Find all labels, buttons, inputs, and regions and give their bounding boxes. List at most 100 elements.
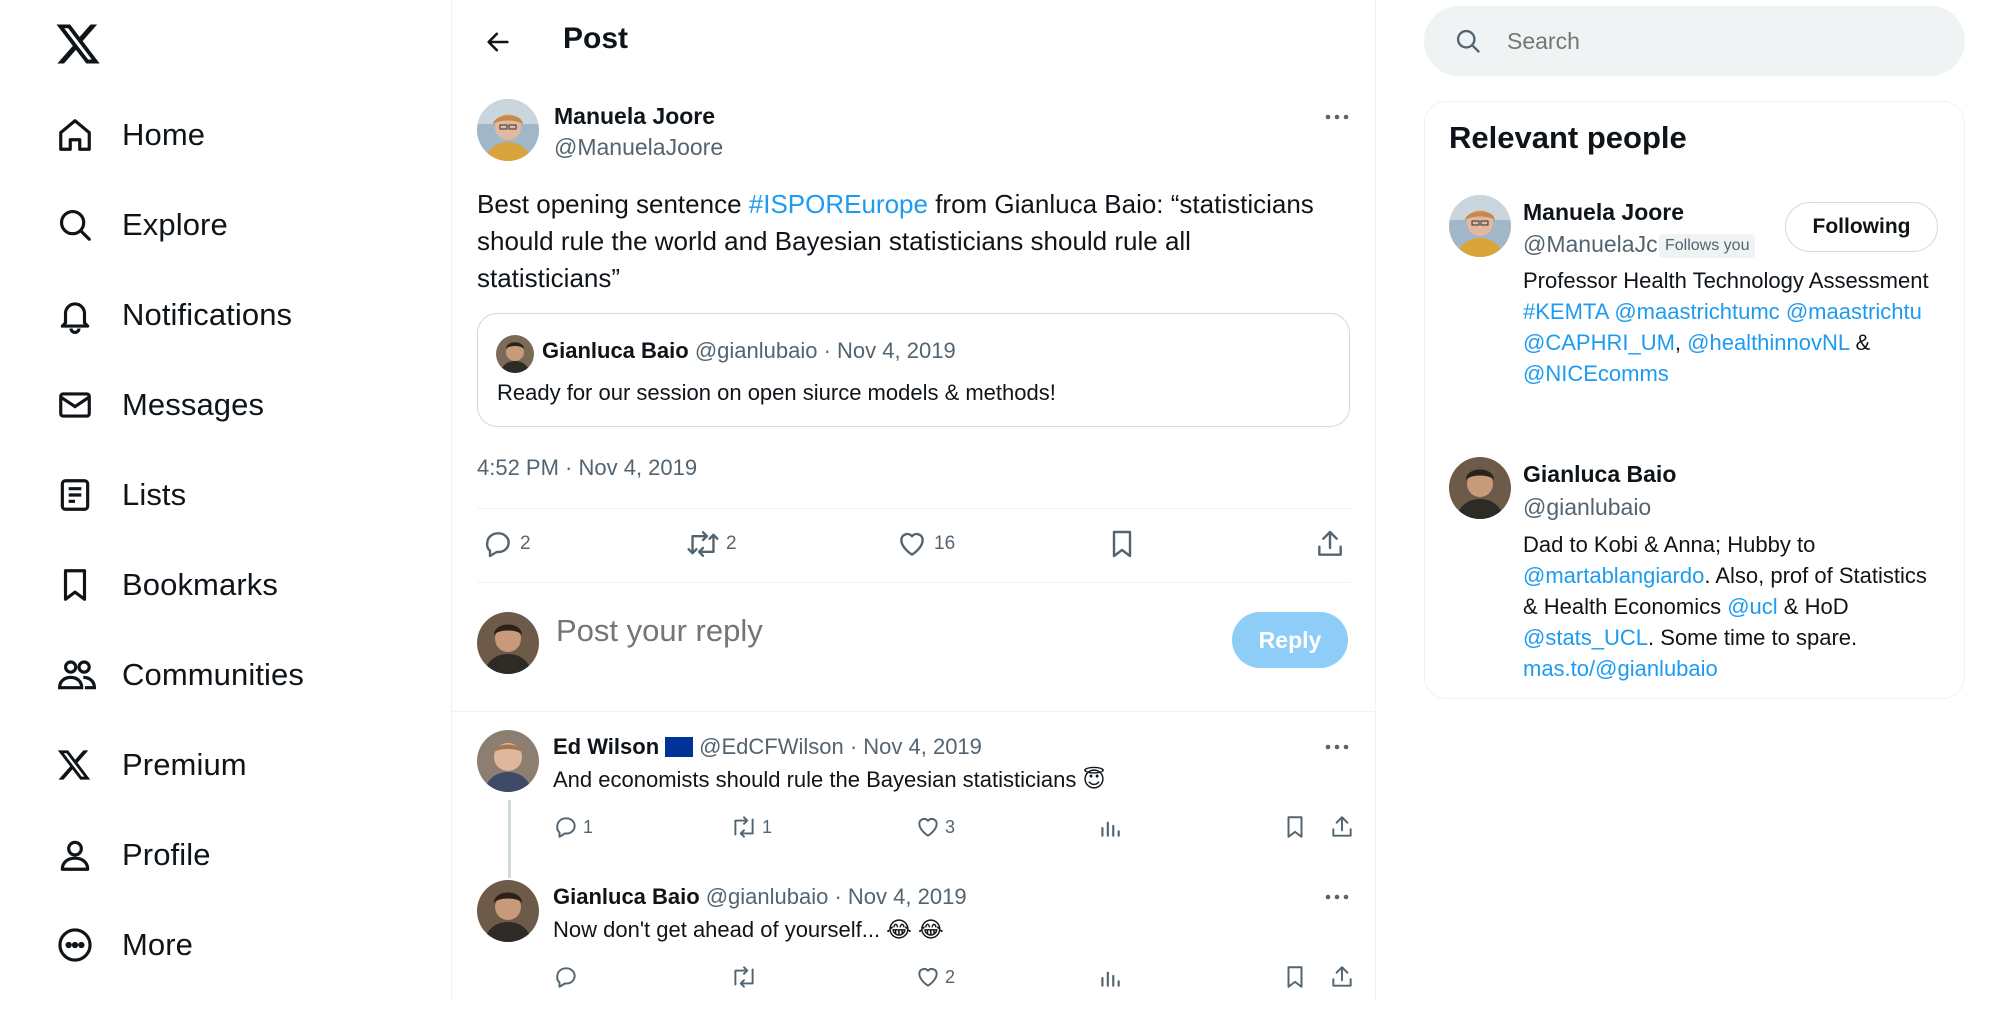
bookmark-action[interactable]: [1106, 528, 1138, 560]
reply-count: 1: [583, 816, 594, 837]
quote-author-avatar: [496, 335, 534, 373]
post-text: Best opening sentence #ISPOREurope from …: [477, 186, 1337, 297]
relevant-people-title: Relevant people: [1449, 120, 1687, 155]
bell-icon: [50, 287, 106, 343]
nav-label-bookmarks: Bookmarks: [122, 567, 278, 602]
home-icon: [50, 107, 106, 163]
nav-notifications[interactable]: Notifications: [50, 280, 292, 350]
reply-author-name[interactable]: Gianluca Baio: [553, 884, 700, 910]
share-action[interactable]: [1329, 964, 1355, 990]
bio-link[interactable]: @NICEcomms: [1523, 361, 1669, 386]
views-action[interactable]: [1097, 814, 1123, 840]
nav-home[interactable]: Home: [50, 100, 205, 170]
share-icon: [1332, 966, 1352, 987]
reply-button[interactable]: Reply: [1232, 612, 1348, 668]
bio-link[interactable]: @maastrichtu: [1786, 299, 1922, 324]
nav-label-lists: Lists: [122, 477, 187, 512]
person-name[interactable]: Manuela Joore: [1523, 199, 1684, 226]
nav-explore[interactable]: Explore: [50, 190, 228, 260]
nav-label-messages: Messages: [122, 387, 265, 422]
more-options-button[interactable]: [1320, 880, 1354, 914]
bio-text: ,: [1674, 330, 1688, 355]
repost-action[interactable]: 1: [730, 814, 772, 840]
nav-premium[interactable]: Premium: [50, 730, 247, 800]
reply-post[interactable]: Ed Wilson @EdCFWilson · Nov 4, 2019 And …: [452, 712, 1375, 878]
bookmark-action[interactable]: [1282, 964, 1308, 990]
bio-text: & HoD: [1777, 594, 1849, 619]
hashtag-link[interactable]: #ISPOREurope: [749, 189, 928, 219]
reply-action[interactable]: [553, 964, 583, 990]
repost-action[interactable]: [730, 964, 762, 990]
more-options-button[interactable]: [1320, 730, 1354, 764]
more-options-button[interactable]: [1320, 100, 1354, 134]
nav-more[interactable]: More: [50, 910, 193, 980]
repost-count: 1: [762, 816, 773, 837]
person-name[interactable]: Gianluca Baio: [1523, 461, 1676, 488]
author-handle[interactable]: @ManuelaJoore: [554, 134, 723, 161]
share-icon: [1318, 530, 1342, 556]
bio-link[interactable]: @ucl: [1727, 594, 1777, 619]
right-sidebar: Relevant people Manuela Joore @ManuelaJc…: [1376, 0, 2001, 1017]
person-handle[interactable]: @ManuelaJc: [1523, 231, 1659, 258]
nav-profile[interactable]: Profile: [50, 820, 211, 890]
bio-link[interactable]: @CAPHRI_UM: [1523, 330, 1675, 355]
bio-link[interactable]: mas.to/@gianlubaio: [1523, 656, 1718, 681]
nav-lists[interactable]: Lists: [50, 460, 186, 530]
reply-meta: @EdCFWilson · Nov 4, 2019: [699, 734, 982, 759]
post-timestamp[interactable]: 4:52 PM · Nov 4, 2019: [477, 455, 697, 481]
bio-text: &: [1849, 330, 1871, 355]
nav-bookmarks[interactable]: Bookmarks: [50, 550, 278, 620]
person-icon: [50, 827, 106, 883]
back-button[interactable]: [476, 20, 520, 64]
bio-link[interactable]: @maastrichtumc: [1614, 299, 1779, 324]
quote-author-name: Gianluca Baio: [542, 338, 689, 363]
x-logo-icon[interactable]: [54, 20, 102, 68]
following-button[interactable]: Following: [1785, 202, 1938, 252]
quote-meta: @gianlubaio · Nov 4, 2019: [694, 338, 956, 363]
person-avatar[interactable]: [1449, 195, 1511, 257]
bio-link[interactable]: @martablangiardo: [1523, 563, 1704, 588]
reply-post[interactable]: Gianluca Baio @gianlubaio · Nov 4, 2019 …: [452, 862, 1375, 1000]
share-action[interactable]: [1314, 528, 1346, 560]
like-action[interactable]: 2: [915, 964, 955, 990]
like-count: 16: [934, 533, 956, 554]
quoted-post[interactable]: Gianluca Baio @gianlubaio · Nov 4, 2019 …: [477, 313, 1350, 427]
bio-link[interactable]: #KEMTA: [1523, 299, 1608, 324]
analytics-icon: [1101, 971, 1120, 987]
reply-action[interactable]: 1: [553, 814, 593, 840]
share-action[interactable]: [1329, 814, 1355, 840]
reply-header: Ed Wilson @EdCFWilson · Nov 4, 2019: [553, 734, 982, 760]
x-logo-icon: [50, 737, 106, 793]
repost-action[interactable]: 2: [686, 528, 737, 560]
like-action[interactable]: 3: [915, 814, 955, 840]
reply-action[interactable]: 2: [482, 528, 531, 560]
views-action[interactable]: [1097, 964, 1123, 990]
person-avatar[interactable]: [1449, 457, 1511, 519]
like-action[interactable]: 16: [896, 528, 955, 560]
quote-text: Ready for our session on open siurce mod…: [497, 380, 1056, 405]
nav-communities[interactable]: Communities: [50, 640, 304, 710]
reply-author-name[interactable]: Ed Wilson: [553, 734, 659, 760]
reply-icon: [556, 967, 576, 988]
reply-input[interactable]: [556, 606, 1156, 656]
search-input[interactable]: [1507, 27, 1907, 55]
bio-link[interactable]: @healthinnovNL: [1687, 330, 1849, 355]
author-avatar[interactable]: [477, 99, 539, 161]
communities-icon: [50, 647, 106, 703]
reply-count: 2: [520, 533, 531, 554]
share-icon: [1332, 816, 1352, 837]
bio-link[interactable]: @stats_UCL: [1523, 625, 1648, 650]
bio-text: . Some time to spare.: [1648, 625, 1858, 650]
person-handle[interactable]: @gianlubaio: [1523, 494, 1823, 521]
author-name[interactable]: Manuela Joore: [554, 103, 715, 130]
bio-text: Professor Health Technology Assessment: [1523, 268, 1929, 293]
nav-messages[interactable]: Messages: [50, 370, 264, 440]
reply-author-avatar[interactable]: [477, 880, 539, 942]
bookmark-icon: [1112, 530, 1132, 558]
bookmark-action[interactable]: [1282, 814, 1308, 840]
like-count: 2: [945, 966, 956, 987]
reply-author-avatar[interactable]: [477, 730, 539, 792]
repost-count: 2: [726, 533, 737, 554]
search-bar[interactable]: [1424, 6, 1965, 76]
reply-icon: [485, 532, 510, 558]
